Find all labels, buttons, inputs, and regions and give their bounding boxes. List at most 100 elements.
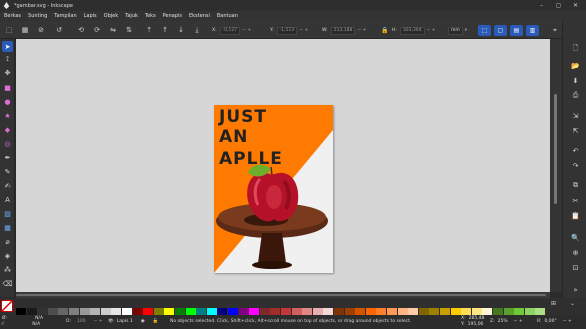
color-swatch[interactable] <box>100 308 111 315</box>
color-swatch[interactable] <box>461 308 472 315</box>
ellipse-tool-icon[interactable]: ● <box>2 96 13 107</box>
no-paint-swatch[interactable] <box>1 300 13 312</box>
color-swatch[interactable] <box>238 308 249 315</box>
color-swatch[interactable] <box>418 308 429 315</box>
zoom-selection-icon[interactable]: 🔍 <box>571 233 580 242</box>
snap-icon[interactable]: ⌖ <box>550 25 560 35</box>
menu-teks[interactable]: Teks <box>145 13 156 19</box>
rotate-ccw-icon[interactable]: ↺ <box>54 25 64 35</box>
fill-indicator[interactable]: Ø: N/A <box>2 316 43 321</box>
lower-icon[interactable]: ↓ <box>176 25 186 35</box>
transform-gradients-icon[interactable]: ▤ <box>510 25 523 36</box>
rotate-90-ccw-icon[interactable]: ⟲ <box>76 25 86 35</box>
layer-hide-icon[interactable]: ◉ <box>141 319 145 324</box>
y-stepper[interactable]: − + <box>299 28 308 33</box>
layer-selector[interactable]: 👁 Lapis 1 ◉ 🔓 <box>108 319 158 324</box>
h-input[interactable]: 303,304 <box>399 26 425 35</box>
vertical-scrollbar[interactable] <box>550 39 562 292</box>
scale-stroke-icon[interactable]: ⬚ <box>478 25 491 36</box>
select-all-layers-icon[interactable]: ▦ <box>20 25 30 35</box>
menu-sunting[interactable]: Sunting <box>28 13 47 19</box>
transform-patterns-icon[interactable]: ▥ <box>526 25 539 36</box>
color-swatch[interactable] <box>16 308 26 315</box>
color-swatch[interactable] <box>270 308 281 315</box>
color-swatch[interactable] <box>376 308 387 315</box>
zoom-page-icon[interactable]: ⊡ <box>571 263 580 272</box>
rotation-control[interactable]: R: 0,00° − + <box>537 319 572 324</box>
paste-icon[interactable]: 📋 <box>571 211 580 220</box>
color-swatch[interactable] <box>397 308 408 315</box>
color-swatch[interactable] <box>482 308 493 315</box>
menu-penapis[interactable]: Penapis <box>163 13 182 19</box>
palette-scroll-icon[interactable]: ⌄ <box>570 300 575 307</box>
unit-select[interactable]: mm ▾ <box>448 26 467 35</box>
lock-icon[interactable]: 🔒 <box>380 25 390 35</box>
color-swatch[interactable] <box>440 308 450 315</box>
color-swatch[interactable] <box>281 308 291 315</box>
vertical-scroll-thumb[interactable] <box>554 94 557 204</box>
text-tool-icon[interactable]: A <box>2 194 13 205</box>
redo-icon[interactable]: ↷ <box>571 161 580 170</box>
pencil-tool-icon[interactable]: ✎ <box>2 166 13 177</box>
paint-bucket-tool-icon[interactable]: ◈ <box>2 250 13 261</box>
menu-berkas[interactable]: Berkas <box>4 13 21 19</box>
menu-tajuk[interactable]: Tajuk <box>125 13 138 19</box>
zoom-stepper[interactable]: − + <box>514 319 523 324</box>
color-swatch[interactable] <box>47 308 58 315</box>
color-swatch[interactable] <box>323 308 334 315</box>
color-swatch[interactable] <box>69 308 79 315</box>
undo-icon[interactable]: ↶ <box>571 146 580 155</box>
palette-menu-icon[interactable]: ⊞ <box>551 300 556 307</box>
close-icon[interactable]: ✕ <box>571 1 580 10</box>
color-swatch[interactable] <box>312 308 323 315</box>
flip-horizontal-icon[interactable]: ⇋ <box>108 25 118 35</box>
color-swatch[interactable] <box>217 308 228 315</box>
color-swatch[interactable] <box>228 308 238 315</box>
color-swatch[interactable] <box>185 308 196 315</box>
horizontal-scroll-thumb[interactable] <box>16 294 546 296</box>
color-swatch[interactable] <box>58 308 69 315</box>
color-swatch[interactable] <box>79 308 90 315</box>
stroke-indicator[interactable]: ⁄: N/A <box>2 322 40 327</box>
rectangle-tool-icon[interactable]: ■ <box>2 82 13 93</box>
more-commands-icon[interactable]: » <box>571 285 580 294</box>
color-swatch[interactable] <box>524 308 535 315</box>
opacity-stepper[interactable]: − + <box>94 319 103 324</box>
zoom-control[interactable]: Z: 25% − + <box>490 319 523 324</box>
color-swatch[interactable] <box>196 308 207 315</box>
color-swatch[interactable] <box>259 308 270 315</box>
color-swatch[interactable] <box>132 308 143 315</box>
cut-icon[interactable]: ✂ <box>571 196 580 205</box>
dropper-tool-icon[interactable]: ⌀ <box>2 236 13 247</box>
color-swatch[interactable] <box>450 308 461 315</box>
opacity-value[interactable]: 100 <box>77 319 86 324</box>
3d-box-tool-icon[interactable]: ◆ <box>2 124 13 135</box>
color-swatch[interactable] <box>111 308 122 315</box>
spiral-tool-icon[interactable]: ◎ <box>2 138 13 149</box>
mesh-tool-icon[interactable]: ▦ <box>2 222 13 233</box>
zoom-drawing-icon[interactable]: ⊕ <box>571 248 580 257</box>
color-swatch[interactable] <box>429 308 440 315</box>
color-swatch[interactable] <box>387 308 397 315</box>
eraser-tool-icon[interactable]: ⌫ <box>2 278 13 289</box>
w-stepper[interactable]: − + <box>357 28 366 33</box>
scale-corners-icon[interactable]: ▢ <box>494 25 507 36</box>
open-file-icon[interactable]: 📂 <box>571 61 580 70</box>
w-input[interactable]: 213,188 <box>330 26 356 35</box>
color-swatch[interactable] <box>408 308 419 315</box>
star-tool-icon[interactable]: ★ <box>2 110 13 121</box>
y-input[interactable]: -1,513 <box>276 26 298 35</box>
menu-bantuan[interactable]: Bantuan <box>217 13 238 19</box>
color-swatch[interactable] <box>175 308 185 315</box>
unit-value[interactable]: mm <box>448 26 463 35</box>
flip-vertical-icon[interactable]: ⇅ <box>124 25 134 35</box>
rotation-value[interactable]: 0,00° <box>545 319 557 324</box>
zoom-value[interactable]: 25% <box>498 319 508 324</box>
color-swatch[interactable] <box>164 308 175 315</box>
rotation-stepper[interactable]: − + <box>563 319 572 324</box>
color-swatch[interactable] <box>365 308 376 315</box>
select-all-icon[interactable]: ⬚ <box>4 25 14 35</box>
export-icon[interactable]: ⇱ <box>571 126 580 135</box>
color-swatch[interactable] <box>535 308 546 315</box>
chevron-down-icon[interactable]: ▾ <box>465 28 467 33</box>
